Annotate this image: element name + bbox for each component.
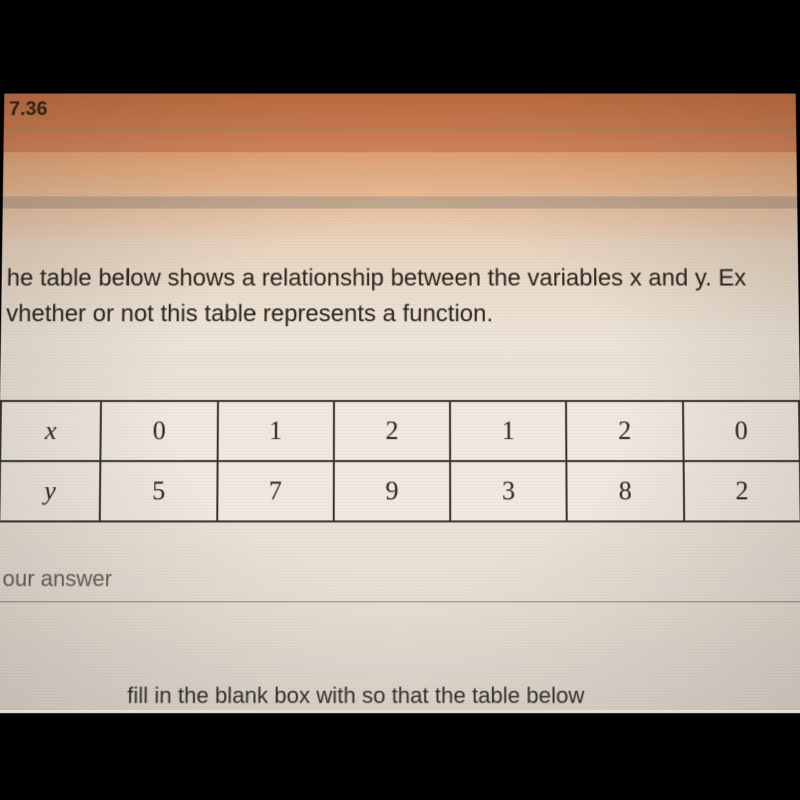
x-value: 1 [450,401,567,461]
answer-underline [0,601,800,602]
header-region: 7.36 [3,94,796,153]
xy-table: x 0 1 2 1 2 0 y 5 7 9 3 8 2 [0,400,800,522]
x-value: 0 [683,401,800,461]
x-value: 1 [217,401,334,461]
divider [4,128,796,130]
page-number: 7.36 [9,98,48,121]
x-value: 2 [334,401,450,461]
y-value: 9 [334,461,451,521]
x-value: 0 [101,401,218,461]
table-row: x 0 1 2 1 2 0 [0,401,800,461]
y-value: 2 [683,461,800,521]
answer-prompt: our answer [2,566,112,592]
worksheet-photo: 7.36 he table below shows a relationship… [0,94,800,714]
y-value: 5 [100,461,217,521]
table-row: y 5 7 9 3 8 2 [0,461,800,521]
question-line-1: he table below shows a relationship betw… [6,261,793,297]
row-header-y: y [0,461,101,521]
question-line-2: vhether or not this table represents a f… [6,296,794,332]
y-value: 8 [567,461,684,521]
y-value: 7 [217,461,334,521]
section-bar [3,197,798,209]
x-value: 2 [566,401,683,461]
question-text-block: he table below shows a relationship betw… [1,261,799,332]
data-table-container: x 0 1 2 1 2 0 y 5 7 9 3 8 2 [0,400,800,522]
y-value: 3 [450,461,567,521]
next-question-fragment: fill in the blank box with so that the t… [127,683,584,710]
row-header-x: x [0,401,101,461]
